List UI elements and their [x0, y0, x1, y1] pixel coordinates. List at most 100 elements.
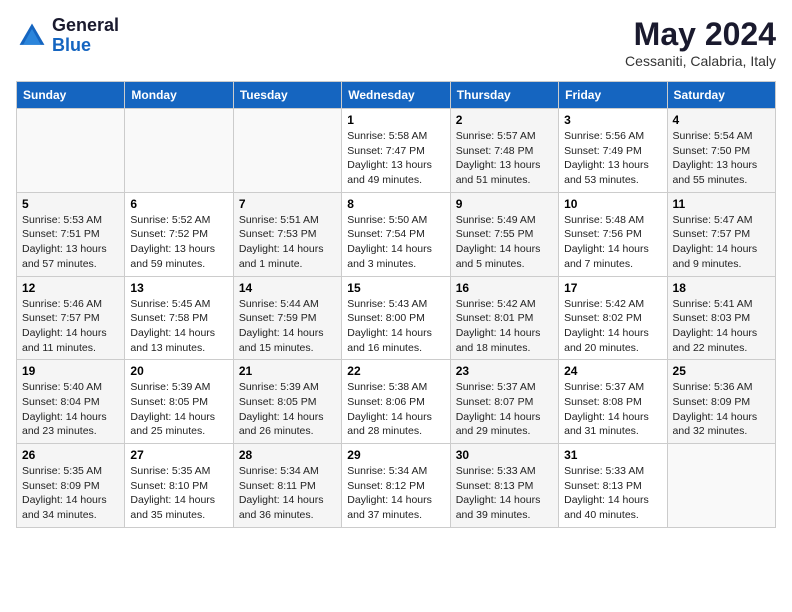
location-text: Cessaniti, Calabria, Italy [625, 53, 776, 69]
day-number: 28 [239, 448, 336, 462]
day-info: Sunrise: 5:39 AM Sunset: 8:05 PM Dayligh… [239, 380, 336, 439]
day-number: 21 [239, 364, 336, 378]
calendar-cell: 11 Sunrise: 5:47 AM Sunset: 7:57 PM Dayli… [667, 192, 775, 276]
day-info: Sunrise: 5:35 AM Sunset: 8:10 PM Dayligh… [130, 464, 227, 523]
calendar-table: SundayMondayTuesdayWednesdayThursdayFrid… [16, 81, 776, 528]
calendar-cell: 1 Sunrise: 5:58 AM Sunset: 7:47 PM Daylig… [342, 109, 450, 193]
day-info: Sunrise: 5:51 AM Sunset: 7:53 PM Dayligh… [239, 213, 336, 272]
day-number: 30 [456, 448, 553, 462]
calendar-header-row: SundayMondayTuesdayWednesdayThursdayFrid… [17, 82, 776, 109]
day-info: Sunrise: 5:42 AM Sunset: 8:02 PM Dayligh… [564, 297, 661, 356]
day-info: Sunrise: 5:49 AM Sunset: 7:55 PM Dayligh… [456, 213, 553, 272]
month-year-title: May 2024 [625, 16, 776, 53]
day-number: 5 [22, 197, 119, 211]
calendar-week-row: 26Sunrise: 5:35 AM Sunset: 8:09 PM Dayli… [17, 444, 776, 528]
day-info: Sunrise: 5:54 AM Sunset: 7:50 PM Dayligh… [673, 129, 770, 188]
calendar-cell [233, 109, 341, 193]
calendar-cell: 31 Sunrise: 5:33 AM Sunset: 8:13 PM Dayli… [559, 444, 667, 528]
day-info: Sunrise: 5:53 AM Sunset: 7:51 PM Dayligh… [22, 213, 119, 272]
calendar-cell: 8 Sunrise: 5:50 AM Sunset: 7:54 PM Daylig… [342, 192, 450, 276]
day-number: 18 [673, 281, 770, 295]
day-info: Sunrise: 5:37 AM Sunset: 8:08 PM Dayligh… [564, 380, 661, 439]
calendar-cell: 6 Sunrise: 5:52 AM Sunset: 7:52 PM Daylig… [125, 192, 233, 276]
day-number: 17 [564, 281, 661, 295]
day-info: Sunrise: 5:34 AM Sunset: 8:12 PM Dayligh… [347, 464, 444, 523]
day-info: Sunrise: 5:56 AM Sunset: 7:49 PM Dayligh… [564, 129, 661, 188]
day-info: Sunrise: 5:44 AM Sunset: 7:59 PM Dayligh… [239, 297, 336, 356]
day-number: 25 [673, 364, 770, 378]
day-info: Sunrise: 5:58 AM Sunset: 7:47 PM Dayligh… [347, 129, 444, 188]
day-number: 31 [564, 448, 661, 462]
day-number: 20 [130, 364, 227, 378]
calendar-cell: 2Sunrise: 5:57 AM Sunset: 7:48 PM Daylig… [450, 109, 558, 193]
weekday-header-saturday: Saturday [667, 82, 775, 109]
day-number: 24 [564, 364, 661, 378]
calendar-cell: 27Sunrise: 5:35 AM Sunset: 8:10 PM Dayli… [125, 444, 233, 528]
day-info: Sunrise: 5:41 AM Sunset: 8:03 PM Dayligh… [673, 297, 770, 356]
day-info: Sunrise: 5:39 AM Sunset: 8:05 PM Dayligh… [130, 380, 227, 439]
title-block: May 2024 Cessaniti, Calabria, Italy [625, 16, 776, 69]
day-info: Sunrise: 5:35 AM Sunset: 8:09 PM Dayligh… [22, 464, 119, 523]
day-number: 4 [673, 113, 770, 127]
weekday-header-tuesday: Tuesday [233, 82, 341, 109]
weekday-header-friday: Friday [559, 82, 667, 109]
calendar-cell: 23Sunrise: 5:37 AM Sunset: 8:07 PM Dayli… [450, 360, 558, 444]
day-number: 8 [347, 197, 444, 211]
day-number: 10 [564, 197, 661, 211]
logo-general: General [52, 15, 119, 35]
page-header: General Blue May 2024 Cessaniti, Calabri… [16, 16, 776, 69]
day-info: Sunrise: 5:38 AM Sunset: 8:06 PM Dayligh… [347, 380, 444, 439]
calendar-cell: 17 Sunrise: 5:42 AM Sunset: 8:02 PM Dayli… [559, 276, 667, 360]
day-info: Sunrise: 5:40 AM Sunset: 8:04 PM Dayligh… [22, 380, 119, 439]
day-info: Sunrise: 5:45 AM Sunset: 7:58 PM Dayligh… [130, 297, 227, 356]
calendar-cell [17, 109, 125, 193]
calendar-cell: 4 Sunrise: 5:54 AM Sunset: 7:50 PM Daylig… [667, 109, 775, 193]
calendar-cell: 28 Sunrise: 5:34 AM Sunset: 8:11 PM Dayli… [233, 444, 341, 528]
weekday-header-sunday: Sunday [17, 82, 125, 109]
day-number: 14 [239, 281, 336, 295]
day-info: Sunrise: 5:57 AM Sunset: 7:48 PM Dayligh… [456, 129, 553, 188]
calendar-cell: 12Sunrise: 5:46 AM Sunset: 7:57 PM Dayli… [17, 276, 125, 360]
calendar-cell: 14 Sunrise: 5:44 AM Sunset: 7:59 PM Dayli… [233, 276, 341, 360]
day-number: 6 [130, 197, 227, 211]
day-info: Sunrise: 5:48 AM Sunset: 7:56 PM Dayligh… [564, 213, 661, 272]
calendar-cell: 24 Sunrise: 5:37 AM Sunset: 8:08 PM Dayli… [559, 360, 667, 444]
day-number: 1 [347, 113, 444, 127]
day-number: 11 [673, 197, 770, 211]
calendar-week-row: 12Sunrise: 5:46 AM Sunset: 7:57 PM Dayli… [17, 276, 776, 360]
calendar-cell: 18 Sunrise: 5:41 AM Sunset: 8:03 PM Dayli… [667, 276, 775, 360]
day-info: Sunrise: 5:36 AM Sunset: 8:09 PM Dayligh… [673, 380, 770, 439]
calendar-cell: 10 Sunrise: 5:48 AM Sunset: 7:56 PM Dayli… [559, 192, 667, 276]
day-info: Sunrise: 5:47 AM Sunset: 7:57 PM Dayligh… [673, 213, 770, 272]
day-info: Sunrise: 5:33 AM Sunset: 8:13 PM Dayligh… [564, 464, 661, 523]
calendar-cell: 3Sunrise: 5:56 AM Sunset: 7:49 PM Daylig… [559, 109, 667, 193]
logo-blue-text: Blue [52, 35, 91, 55]
calendar-cell: 9 Sunrise: 5:49 AM Sunset: 7:55 PM Daylig… [450, 192, 558, 276]
day-info: Sunrise: 5:34 AM Sunset: 8:11 PM Dayligh… [239, 464, 336, 523]
weekday-header-wednesday: Wednesday [342, 82, 450, 109]
day-number: 9 [456, 197, 553, 211]
calendar-cell: 29 Sunrise: 5:34 AM Sunset: 8:12 PM Dayli… [342, 444, 450, 528]
day-info: Sunrise: 5:52 AM Sunset: 7:52 PM Dayligh… [130, 213, 227, 272]
weekday-header-thursday: Thursday [450, 82, 558, 109]
calendar-week-row: 1 Sunrise: 5:58 AM Sunset: 7:47 PM Daylig… [17, 109, 776, 193]
day-number: 19 [22, 364, 119, 378]
day-number: 13 [130, 281, 227, 295]
day-number: 7 [239, 197, 336, 211]
day-info: Sunrise: 5:50 AM Sunset: 7:54 PM Dayligh… [347, 213, 444, 272]
calendar-cell: 13 Sunrise: 5:45 AM Sunset: 7:58 PM Dayli… [125, 276, 233, 360]
calendar-cell: 25 Sunrise: 5:36 AM Sunset: 8:09 PM Dayli… [667, 360, 775, 444]
calendar-week-row: 5 Sunrise: 5:53 AM Sunset: 7:51 PM Daylig… [17, 192, 776, 276]
calendar-cell [667, 444, 775, 528]
day-info: Sunrise: 5:33 AM Sunset: 8:13 PM Dayligh… [456, 464, 553, 523]
day-info: Sunrise: 5:42 AM Sunset: 8:01 PM Dayligh… [456, 297, 553, 356]
calendar-cell [125, 109, 233, 193]
calendar-cell: 5 Sunrise: 5:53 AM Sunset: 7:51 PM Daylig… [17, 192, 125, 276]
day-number: 15 [347, 281, 444, 295]
day-number: 16 [456, 281, 553, 295]
day-number: 22 [347, 364, 444, 378]
day-number: 29 [347, 448, 444, 462]
calendar-cell: 19 Sunrise: 5:40 AM Sunset: 8:04 PM Dayli… [17, 360, 125, 444]
logo-text: General Blue [52, 16, 119, 56]
day-info: Sunrise: 5:37 AM Sunset: 8:07 PM Dayligh… [456, 380, 553, 439]
